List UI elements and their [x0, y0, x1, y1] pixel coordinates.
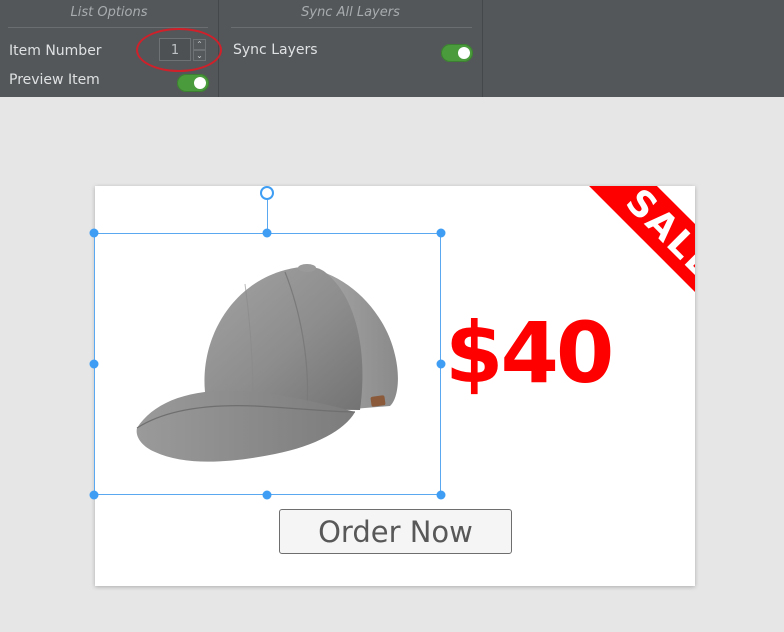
sale-text: SALE — [617, 186, 695, 288]
resize-handle-bottom-left[interactable] — [89, 490, 99, 500]
resize-handle-bottom[interactable] — [262, 490, 272, 500]
sync-layers-toggle[interactable] — [441, 44, 473, 62]
order-now-button[interactable]: Order Now — [279, 509, 512, 554]
chevron-up-icon[interactable]: ⌃ — [193, 39, 206, 50]
item-number-stepper[interactable]: 1 ⌃ ⌄ — [159, 38, 207, 63]
resize-handle-top[interactable] — [262, 228, 272, 238]
section-divider — [8, 27, 208, 28]
resize-handle-top-right[interactable] — [436, 228, 446, 238]
price-label[interactable]: $40 — [445, 304, 614, 402]
list-options-title: List Options — [70, 5, 148, 20]
list-options-section: List Options Item Number 1 ⌃ ⌄ Preview I… — [0, 0, 222, 97]
sync-all-layers-section: Sync All Layers Sync Layers — [219, 0, 483, 97]
resize-handle-bottom-right[interactable] — [436, 490, 446, 500]
preview-item-label: Preview Item — [9, 72, 100, 88]
resize-handle-left[interactable] — [89, 359, 99, 369]
rotate-handle[interactable] — [260, 186, 274, 200]
section-divider — [231, 27, 472, 28]
item-number-input[interactable]: 1 — [159, 38, 191, 61]
ad-canvas: SALE $40 Order Now — [95, 186, 695, 586]
baseball-cap-image[interactable] — [135, 260, 403, 470]
sync-layers-label: Sync Layers — [233, 42, 318, 58]
resize-handle-right[interactable] — [436, 359, 446, 369]
item-number-label: Item Number — [9, 43, 102, 59]
properties-panel: List Options Item Number 1 ⌃ ⌄ Preview I… — [0, 0, 784, 97]
preview-item-toggle[interactable] — [177, 74, 209, 92]
resize-handle-top-left[interactable] — [89, 228, 99, 238]
sync-all-layers-title: Sync All Layers — [301, 5, 400, 20]
chevron-down-icon[interactable]: ⌄ — [193, 50, 206, 61]
